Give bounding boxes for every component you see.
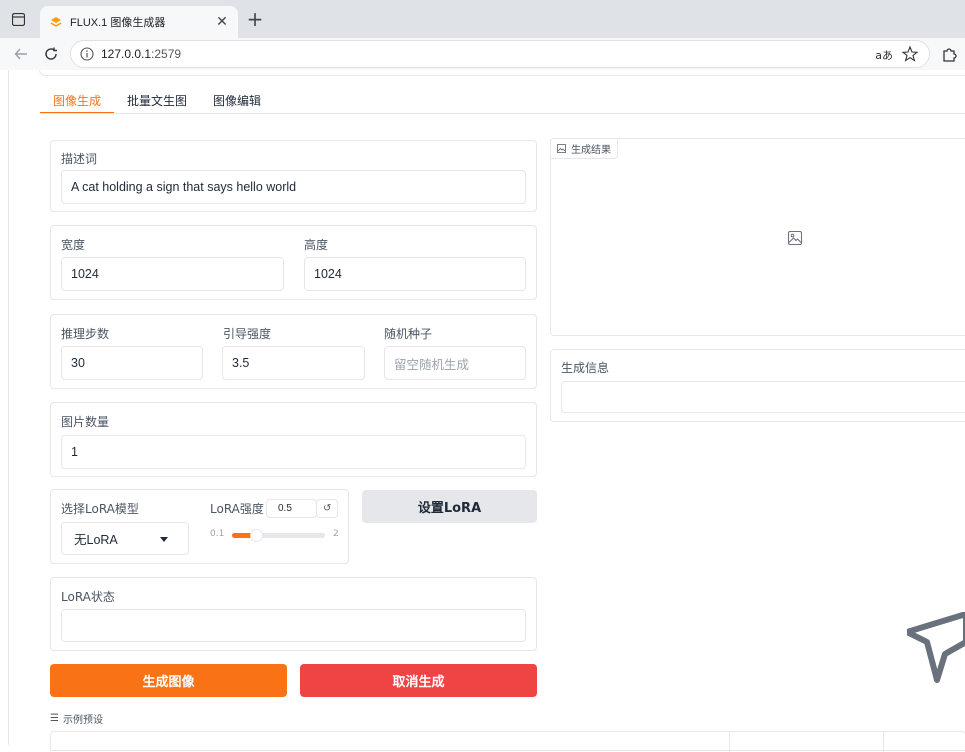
browser-tab-title: FLUX.1 图像生成器 [70,17,166,29]
reset-icon[interactable]: ↺ [316,499,338,518]
extensions-icon[interactable] [940,45,958,63]
seed-label: 随机种子 [384,327,433,341]
params-card: 推理步数 30 引导强度 3.5 随机种子 留空随机生成 [50,314,537,389]
list-icon: ☰ [50,713,59,724]
tab-batch-text-to-image[interactable]: 批量文生图 [114,90,200,114]
num-images-card: 图片数量 1 [50,402,537,477]
browser-toolbar: 127.0.0.1:2579 aあ [0,38,965,70]
main-tabs: 图像生成 批量文生图 图像编辑 [40,90,274,114]
examples-label: 示例预设 [62,715,103,726]
result-image-box: 生成结果 [550,138,965,336]
lora-status-output [61,609,526,642]
info-card: 生成信息 [550,349,965,422]
steps-input[interactable]: 30 [61,346,203,380]
lora-card: 选择LoRA模型 无LoRA LoRA强度 0.5 ↺ 0.1 2 [50,489,349,564]
new-tab-icon[interactable]: + [244,8,266,30]
set-lora-button[interactable]: 设置LoRA [362,490,537,523]
lora-strength-label: LoRA强度 [210,502,264,516]
examples-header[interactable]: ☰ 示例预设 [50,711,103,726]
prompt-card: 描述词 A cat holding a sign that says hello… [50,140,537,212]
image-label-icon [557,144,566,153]
size-card: 宽度 1024 高度 1024 [50,225,537,300]
lora-strength-min: 0.1 [210,529,225,539]
prompt-label: 描述词 [61,152,98,166]
width-input[interactable]: 1024 [61,257,284,291]
lora-strength-max: 2 [333,529,339,539]
width-label: 宽度 [61,238,86,252]
lora-strength-track [232,529,325,542]
lora-model-select[interactable]: 无LoRA [61,522,189,555]
lora-strength-fill [232,533,252,538]
height-label: 高度 [304,238,329,252]
browser-tab[interactable]: FLUX.1 图像生成器 ✕ [40,6,238,38]
url-port: :2579 [151,47,182,61]
table-divider [883,732,884,752]
num-images-input[interactable]: 1 [61,435,526,469]
image-placeholder-icon [787,230,803,246]
url-text: 127.0.0.1:2579 [101,47,181,61]
tab-actions-icon[interactable] [10,11,26,27]
generate-button[interactable]: 生成图像 [50,664,287,697]
reload-icon[interactable] [42,45,60,63]
guidance-label: 引导强度 [223,327,272,341]
browser-tab-strip: FLUX.1 图像生成器 ✕ + [0,0,965,38]
tab-image-edit[interactable]: 图像编辑 [200,90,274,114]
num-images-label: 图片数量 [61,415,110,429]
chevron-down-icon [160,537,168,542]
favorite-star-icon[interactable] [901,45,919,63]
examples-table [50,731,965,752]
steps-label: 推理步数 [61,327,110,341]
header-divider [39,70,965,76]
address-bar[interactable]: 127.0.0.1:2579 aあ [70,40,930,68]
info-label: 生成信息 [561,361,610,375]
lora-model-label: 选择LoRA模型 [61,502,139,516]
prompt-input[interactable]: A cat holding a sign that says hello wor… [61,170,526,204]
lora-status-label: LoRA状态 [61,590,115,604]
result-label-tag: 生成结果 [551,139,618,159]
read-aloud-icon[interactable]: aあ [875,47,893,63]
lora-model-selected: 无LoRA [74,533,118,547]
tabs-divider [40,113,965,114]
result-label: 生成结果 [571,145,611,156]
watermark-logo-icon [907,612,965,683]
info-output [561,381,965,413]
tab-image-generation[interactable]: 图像生成 [40,90,115,114]
close-tab-icon[interactable]: ✕ [214,14,230,30]
table-divider [729,732,730,752]
site-info-icon[interactable] [80,47,94,61]
guidance-input[interactable]: 3.5 [222,346,365,380]
lora-strength-input[interactable]: 0.5 [266,499,317,518]
height-input[interactable]: 1024 [304,257,526,291]
seed-input[interactable]: 留空随机生成 [384,346,526,380]
url-host: 127.0.0.1 [101,47,152,61]
back-arrow-icon[interactable] [12,45,30,63]
flux-favicon-icon [50,17,62,27]
lora-strength-thumb[interactable] [249,529,263,542]
lora-status-card: LoRA状态 [50,577,537,651]
app-page: 图像生成 批量文生图 图像编辑 描述词 A cat holding a sign… [8,70,965,752]
cancel-button[interactable]: 取消生成 [300,664,537,697]
